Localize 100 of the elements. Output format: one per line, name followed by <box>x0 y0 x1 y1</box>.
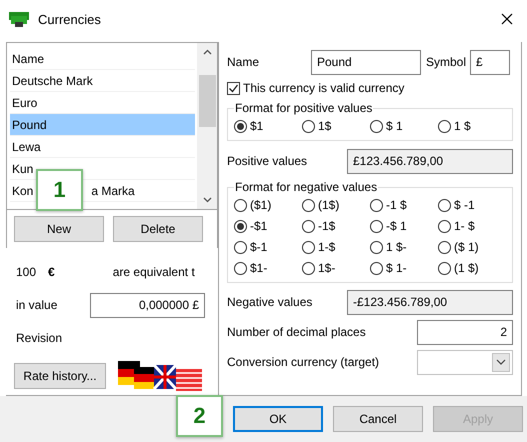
new-button[interactable]: New <box>14 216 104 242</box>
radio-button[interactable] <box>302 120 315 132</box>
radio-option[interactable]: 1-$ <box>302 238 370 256</box>
radio-button[interactable] <box>370 120 383 132</box>
radio-button[interactable] <box>302 220 315 232</box>
radio-button[interactable] <box>234 262 247 274</box>
list-item[interactable]: Pound <box>10 114 195 136</box>
ok-button[interactable]: OK <box>233 406 323 432</box>
item-text: a Marka <box>91 184 135 198</box>
callout-badge: 1 <box>36 169 83 211</box>
close-icon[interactable] <box>501 13 513 25</box>
radio-button[interactable] <box>370 220 383 232</box>
checkbox[interactable] <box>227 82 240 94</box>
radio-label: $-1 <box>250 240 268 254</box>
item-text: Kon <box>12 184 34 198</box>
radio-label: -$1 <box>250 219 268 233</box>
chevron-down-icon <box>496 359 506 365</box>
radio-label: ($1) <box>250 198 272 212</box>
radio-label: -$ 1 <box>386 219 407 233</box>
radio-option[interactable]: 1$ <box>302 117 370 135</box>
radio-label: 1 $ <box>454 119 471 133</box>
group-title: Format for negative values <box>234 180 378 194</box>
chevron-up-icon[interactable] <box>202 49 212 55</box>
amount-text: 100 <box>16 265 36 279</box>
radio-label: $ 1 <box>386 119 403 133</box>
group-title: Format for positive values <box>234 101 374 115</box>
decimal-places-label: Number of decimal places <box>227 325 366 339</box>
radio-label: 1 $- <box>386 240 407 254</box>
radio-button[interactable] <box>234 220 247 232</box>
window-title: Currencies <box>38 12 102 26</box>
radio-label: -1 $ <box>386 198 407 212</box>
delete-button[interactable]: Delete <box>113 216 203 242</box>
equivalent-label: are equivalent t <box>112 265 195 279</box>
radio-option[interactable]: ($1) <box>234 196 302 214</box>
decimal-places-field[interactable]: 2 <box>417 320 513 344</box>
chevron-down-icon[interactable] <box>202 197 212 203</box>
radio-button[interactable] <box>438 120 451 132</box>
negative-values-field: -£123.456.789,00 <box>347 290 513 314</box>
value-label: in value <box>16 298 58 312</box>
radio-option[interactable]: 1 $ <box>438 117 506 135</box>
radio-button[interactable] <box>234 240 247 254</box>
radio-label: $ -1 <box>454 198 475 212</box>
radio-option[interactable]: $ 1 <box>370 117 438 135</box>
radio-option[interactable]: -$1 <box>234 217 302 235</box>
radio-button[interactable] <box>234 120 247 132</box>
list-item[interactable]: Lewa <box>10 136 195 158</box>
radio-button[interactable] <box>438 220 451 232</box>
radio-button[interactable] <box>302 198 315 212</box>
symbol-label: Symbol <box>426 55 466 69</box>
radio-label: 1$ <box>318 119 332 133</box>
radio-button[interactable] <box>438 240 451 254</box>
callout-badge: 2 <box>176 395 223 437</box>
radio-option[interactable]: $1- <box>234 259 302 277</box>
radio-option[interactable]: -$ 1 <box>370 217 438 235</box>
radio-button[interactable] <box>438 198 451 212</box>
radio-option[interactable]: $ 1- <box>370 259 438 277</box>
radio-option[interactable]: -1$ <box>302 217 370 235</box>
name-field[interactable]: Pound <box>311 50 421 74</box>
radio-button[interactable] <box>370 240 383 254</box>
radio-option[interactable]: ($ 1) <box>438 238 506 256</box>
name-label: Name <box>227 55 260 69</box>
value-field[interactable]: 0,000000 £ <box>90 292 205 318</box>
currency-symbol: € <box>48 265 55 279</box>
radio-button[interactable] <box>302 262 315 274</box>
negative-values-label: Negative values <box>227 295 312 309</box>
radio-label: -1$ <box>318 219 336 233</box>
radio-option[interactable]: $-1 <box>234 238 302 256</box>
valid-checkbox-row[interactable]: This currency is valid currency <box>227 79 513 97</box>
positive-values-label: Positive values <box>227 154 308 168</box>
radio-option[interactable]: $1 <box>234 117 302 135</box>
scrollbar-thumb[interactable] <box>198 75 216 127</box>
radio-option[interactable]: (1 $) <box>438 259 506 277</box>
radio-label: ($ 1) <box>454 240 479 254</box>
radio-label: 1-$ <box>318 240 336 254</box>
radio-button[interactable] <box>302 240 315 254</box>
radio-button[interactable] <box>370 262 383 274</box>
radio-option[interactable]: 1$- <box>302 259 370 277</box>
list-item[interactable]: Deutsche Mark <box>10 70 195 92</box>
radio-option[interactable]: $ -1 <box>438 196 506 214</box>
radio-label: $ 1- <box>386 261 407 275</box>
radio-option[interactable]: (1$) <box>302 196 370 214</box>
radio-button[interactable] <box>234 198 247 212</box>
radio-option[interactable]: -1 $ <box>370 196 438 214</box>
radio-label: (1$) <box>318 198 340 212</box>
radio-label: 1- $ <box>454 219 475 233</box>
radio-label: $1 <box>250 119 264 133</box>
symbol-field[interactable]: £ <box>470 50 510 74</box>
checkbox-label: This currency is valid currency <box>243 81 404 95</box>
rate-history-button[interactable]: Rate history... <box>14 363 106 389</box>
conversion-currency-label: Conversion currency (target) <box>227 355 380 369</box>
positive-values-field: £123.456.789,00 <box>347 148 513 174</box>
list-header: Name <box>10 48 195 70</box>
banknotes-icon <box>8 10 30 28</box>
radio-button[interactable] <box>438 262 451 274</box>
radio-option[interactable]: 1- $ <box>438 217 506 235</box>
radio-button[interactable] <box>370 198 383 212</box>
radio-label: 1$- <box>318 261 336 275</box>
radio-option[interactable]: 1 $- <box>370 238 438 256</box>
cancel-button[interactable]: Cancel <box>333 406 423 432</box>
radio-label: (1 $) <box>454 261 479 275</box>
